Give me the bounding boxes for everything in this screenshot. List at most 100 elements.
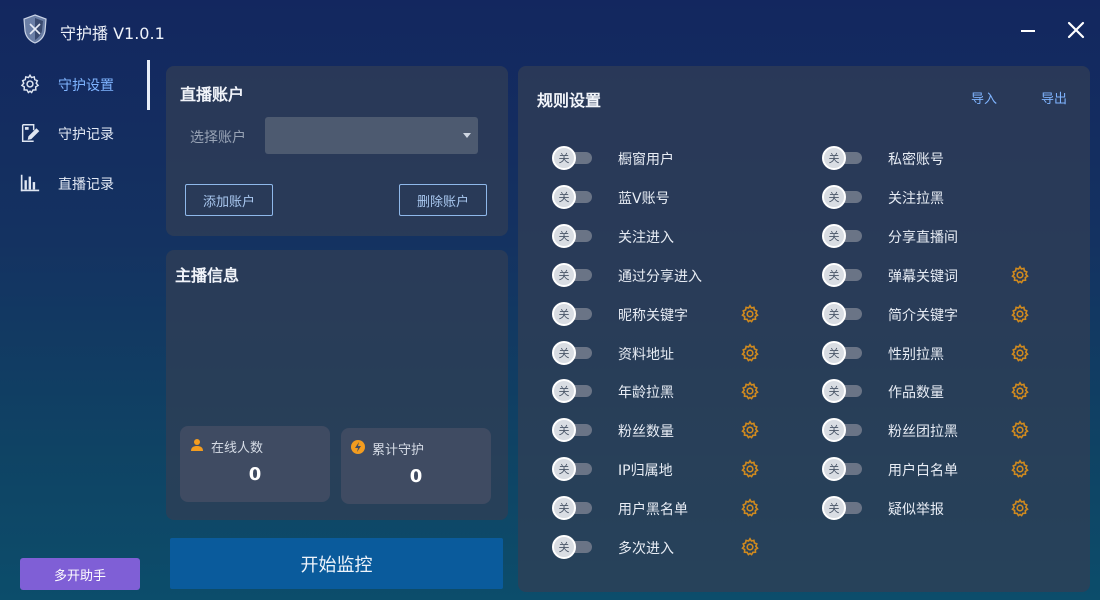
minimize-button[interactable] (1018, 20, 1038, 40)
rule-label: 年龄拉黑 (618, 385, 674, 402)
toggle-knob: 关 (552, 262, 576, 287)
settings-gear-icon[interactable] (740, 420, 760, 440)
settings-gear-icon[interactable] (1010, 342, 1030, 363)
shield-logo-icon (23, 14, 47, 44)
bar-chart-icon (20, 174, 40, 192)
rule-toggle[interactable]: 关 (822, 184, 864, 209)
rule-label: IP归属地 (618, 463, 673, 480)
rule-toggle[interactable]: 关 (552, 379, 594, 404)
window-title: 守护播 V1.0.1 (60, 24, 165, 43)
rule-toggle[interactable]: 关 (822, 301, 864, 326)
rule-toggle[interactable]: 关 (552, 146, 594, 170)
toggle-knob: 关 (552, 301, 576, 326)
rule-row: 关 疑似举报 (822, 493, 1042, 523)
multi-assistant-button[interactable]: 多开助手 (20, 558, 140, 590)
rule-toggle[interactable]: 关 (822, 340, 864, 365)
start-monitoring-button[interactable]: 开始监控 (170, 538, 503, 589)
toggle-knob: 关 (552, 340, 576, 365)
sidebar-item-label: 守护记录 (58, 127, 114, 143)
user-icon (191, 439, 203, 451)
settings-gear-icon[interactable] (1010, 381, 1030, 401)
chevron-down-icon (463, 133, 471, 138)
settings-gear-icon[interactable] (1010, 264, 1030, 285)
toggle-knob: 关 (822, 184, 846, 209)
rule-toggle[interactable]: 关 (822, 146, 864, 170)
settings-gear-icon[interactable] (740, 381, 760, 401)
settings-gear-icon[interactable] (1010, 498, 1030, 518)
rule-row: 关 用户白名单 (822, 454, 1042, 484)
rule-toggle[interactable]: 关 (552, 340, 594, 365)
rule-label: 弹幕关键词 (888, 268, 958, 285)
online-count-card: 在线人数 0 (180, 426, 330, 502)
settings-gear-icon[interactable] (740, 537, 760, 557)
rule-toggle[interactable]: 关 (552, 418, 594, 443)
rule-toggle[interactable]: 关 (552, 262, 594, 287)
rule-toggle[interactable]: 关 (552, 223, 594, 248)
rule-toggle[interactable]: 关 (822, 379, 864, 404)
rule-toggle[interactable]: 关 (822, 496, 864, 521)
settings-gear-icon[interactable] (1010, 459, 1030, 479)
rules-panel: 规则设置 导入 导出 关橱窗用户关蓝V账号关关注进入关通过分享进入关昵称关键字关… (518, 66, 1090, 592)
settings-gear-icon[interactable] (740, 459, 760, 479)
toggle-knob: 关 (552, 379, 576, 404)
rule-label: 粉丝数量 (618, 424, 674, 441)
account-panel: 直播账户 选择账户 添加账户 删除账户 (166, 66, 508, 236)
settings-gear-icon[interactable] (1010, 303, 1030, 324)
rule-row: 关 多次进入 (552, 532, 772, 562)
toggle-knob: 关 (822, 340, 846, 365)
sidebar-item-guard-settings[interactable]: 守护设置 (0, 62, 150, 106)
settings-gear-icon[interactable] (740, 303, 760, 324)
rule-row: 关 关注拉黑 (822, 182, 1042, 212)
sidebar-item-label: 直播记录 (58, 177, 114, 193)
toggle-knob: 关 (552, 496, 576, 521)
close-icon[interactable] (1064, 18, 1088, 42)
rule-toggle[interactable]: 关 (552, 184, 594, 209)
rule-row: 关 性别拉黑 (822, 338, 1042, 368)
rule-row: 关 作品数量 (822, 376, 1042, 406)
rule-label: 橱窗用户 (618, 152, 674, 168)
rule-label: 昵称关键字 (618, 307, 688, 324)
anchor-panel-title: 主播信息 (175, 266, 240, 285)
rule-toggle[interactable]: 关 (822, 418, 864, 443)
total-guard-value: 0 (409, 466, 423, 487)
sidebar-item-guard-records[interactable]: 守护记录 (0, 111, 150, 155)
rule-row: 关 年龄拉黑 (552, 376, 772, 406)
gear-icon (20, 73, 40, 94)
rule-label: 多次进入 (618, 541, 674, 557)
rule-row: 关 粉丝数量 (552, 415, 772, 445)
rule-toggle[interactable]: 关 (822, 262, 864, 287)
toggle-knob: 关 (552, 535, 576, 559)
rule-row: 关 关注进入 (552, 221, 772, 251)
rule-label: 作品数量 (888, 385, 944, 402)
rule-toggle[interactable]: 关 (822, 223, 864, 248)
toggle-knob: 关 (552, 146, 576, 170)
export-button[interactable]: 导出 (1041, 88, 1067, 107)
rule-row: 关 橱窗用户 (552, 143, 772, 173)
rule-label: 简介关键字 (888, 307, 958, 324)
settings-gear-icon[interactable] (740, 498, 760, 518)
toggle-knob: 关 (552, 457, 576, 482)
rule-toggle[interactable]: 关 (552, 301, 594, 326)
toggle-knob: 关 (822, 379, 846, 404)
rule-label: 私密账号 (888, 152, 944, 168)
rule-row: 关 昵称关键字 (552, 299, 772, 329)
delete-account-button[interactable]: 删除账户 (399, 184, 487, 216)
settings-gear-icon[interactable] (740, 342, 760, 363)
rule-row: 关 通过分享进入 (552, 260, 772, 290)
rule-row: 关 分享直播间 (822, 221, 1042, 251)
rule-toggle[interactable]: 关 (552, 535, 594, 559)
rule-label: 分享直播间 (888, 229, 958, 246)
toggle-knob: 关 (822, 418, 846, 443)
sidebar-item-live-records[interactable]: 直播记录 (0, 161, 150, 205)
rule-label: 用户白名单 (888, 463, 958, 480)
toggle-knob: 关 (552, 223, 576, 248)
anchor-info-panel: 主播信息 在线人数 0 累计守护 0 (166, 250, 508, 520)
rule-toggle[interactable]: 关 (822, 457, 864, 482)
settings-gear-icon[interactable] (1010, 420, 1030, 440)
add-account-button[interactable]: 添加账户 (185, 184, 273, 216)
rule-toggle[interactable]: 关 (552, 496, 594, 521)
account-select[interactable] (265, 117, 478, 154)
toggle-knob: 关 (822, 301, 846, 326)
rule-toggle[interactable]: 关 (552, 457, 594, 482)
import-button[interactable]: 导入 (971, 88, 997, 107)
